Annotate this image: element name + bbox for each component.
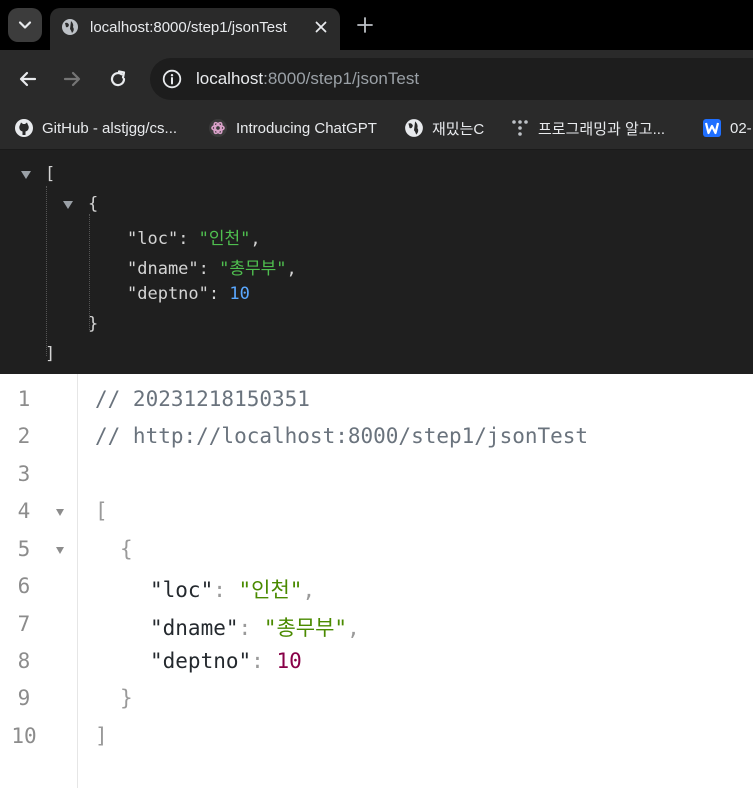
arrow-right-icon xyxy=(63,71,81,87)
array-open-bracket: [ xyxy=(45,164,56,184)
bookmark-chatgpt[interactable]: Introducing ChatGPT xyxy=(208,108,377,148)
bookmark-label: 02- xyxy=(730,119,752,137)
indent-guide xyxy=(89,214,90,330)
json-tree-viewer: [ { "loc": "인천", "dname": "총무부", "deptno… xyxy=(0,150,753,374)
code-string-value: "인천" xyxy=(238,578,303,602)
object-close-brace: } xyxy=(88,314,99,334)
line-number: 6 xyxy=(17,574,31,598)
bookmark-label: GitHub - alstjgg/cs... xyxy=(42,119,178,137)
collapse-object-toggle[interactable] xyxy=(63,201,73,209)
json-key: "deptno" xyxy=(127,284,209,304)
line-number: 8 xyxy=(17,649,31,673)
line-number: 5 xyxy=(17,537,31,561)
close-icon xyxy=(315,21,327,33)
bookmark-label: 재밌는C xyxy=(432,120,485,138)
bookmark-w[interactable]: 02- xyxy=(702,108,752,148)
json-key: "loc" xyxy=(127,229,179,249)
reload-icon xyxy=(110,70,126,87)
fold-object-toggle[interactable] xyxy=(56,547,64,554)
browser-toolbar: localhost:8000/step1/jsonTest xyxy=(0,50,753,108)
active-tab[interactable]: localhost:8000/step1/jsonTest xyxy=(50,8,340,50)
code-comma: , xyxy=(302,578,316,602)
code-number-value: 10 xyxy=(276,649,302,673)
indent-guide xyxy=(46,186,47,356)
code-comma: , xyxy=(347,616,360,640)
arrow-left-icon xyxy=(19,71,37,87)
code-key: "dname" xyxy=(150,616,239,640)
back-button[interactable] xyxy=(16,67,40,91)
json-comma: , xyxy=(250,229,261,249)
bookmark-github[interactable]: GitHub - alstjgg/cs... xyxy=(14,108,177,148)
json-row-deptno: "deptno": 10 xyxy=(127,284,250,304)
plus-icon xyxy=(357,17,373,33)
code-separator: : xyxy=(238,616,264,640)
bookmark-programming[interactable]: 프로그래밍과 알고... xyxy=(510,108,665,148)
json-separator: : xyxy=(178,229,199,249)
tab-strip: localhost:8000/step1/jsonTest xyxy=(0,0,753,50)
chatgpt-icon xyxy=(208,118,228,138)
url-path: :8000/step1/jsonTest xyxy=(263,69,420,88)
bookmark-label: Introducing ChatGPT xyxy=(236,119,377,137)
bookmarks-bar: GitHub - alstjgg/cs... Introducing ChatG… xyxy=(0,108,753,150)
json-number-value: 10 xyxy=(229,284,250,304)
address-url: localhost:8000/step1/jsonTest xyxy=(196,69,419,89)
line-number: 1 xyxy=(17,387,31,411)
chevron-down-icon xyxy=(18,21,32,29)
tab-search-button[interactable] xyxy=(8,8,42,42)
line-number: 4 xyxy=(17,499,31,523)
fold-array-toggle[interactable] xyxy=(56,509,64,516)
comment-timestamp: // 20231218150351 xyxy=(95,387,310,411)
comment-url: // http://localhost:8000/step1/jsonTest xyxy=(95,424,589,448)
address-bar[interactable]: localhost:8000/step1/jsonTest xyxy=(150,58,753,100)
w-icon xyxy=(702,118,722,138)
collapse-array-toggle[interactable] xyxy=(21,171,31,179)
json-separator: : xyxy=(208,284,230,304)
json-separator: : xyxy=(198,259,220,279)
array-close-bracket: ] xyxy=(45,344,56,364)
code-open-bracket: [ xyxy=(95,499,108,523)
json-string-value: "인천" xyxy=(198,229,251,249)
bookmark-label: 프로그래밍과 알고... xyxy=(538,120,666,138)
line-number: 3 xyxy=(17,462,31,486)
close-tab-button[interactable] xyxy=(312,18,330,36)
tab-title: localhost:8000/step1/jsonTest xyxy=(90,19,287,36)
line-number: 2 xyxy=(17,424,31,448)
line-number: 9 xyxy=(17,686,31,710)
json-comma: , xyxy=(286,259,297,279)
json-row-loc: "loc": "인천", xyxy=(127,224,261,249)
reload-button[interactable] xyxy=(106,67,130,91)
code-close-brace: } xyxy=(120,686,133,710)
code-row-loc: "loc": "인천", xyxy=(150,574,315,604)
github-icon xyxy=(14,118,34,138)
json-row-dname: "dname": "총무부", xyxy=(127,254,297,279)
bookmark-c[interactable]: 재밌는C xyxy=(404,108,484,148)
code-row-deptno: "deptno": 10 xyxy=(150,649,302,673)
line-number-gutter: 1 2 3 4 5 6 7 8 9 10 xyxy=(0,374,78,788)
code-string-value: "총무부" xyxy=(263,616,348,640)
forward-button[interactable] xyxy=(60,67,84,91)
code-separator: : xyxy=(251,649,277,673)
info-icon[interactable] xyxy=(162,69,182,89)
json-string-value: "총무부" xyxy=(219,259,287,279)
code-key: "deptno" xyxy=(150,649,252,673)
code-row-dname: "dname": "총무부", xyxy=(150,612,360,642)
line-number: 7 xyxy=(17,612,31,636)
new-tab-button[interactable] xyxy=(354,14,376,36)
globe-icon xyxy=(62,19,78,35)
url-host: localhost xyxy=(196,69,264,88)
raw-json-code-view: 1 2 3 4 5 6 7 8 9 10 // 20231218150351 /… xyxy=(0,374,753,788)
line-number: 10 xyxy=(11,724,37,748)
code-separator: : xyxy=(213,578,239,602)
code-close-bracket: ] xyxy=(95,724,108,748)
tree-icon xyxy=(510,118,530,138)
globe-icon xyxy=(404,118,424,138)
code-open-brace: { xyxy=(120,537,133,561)
json-key: "dname" xyxy=(127,259,199,279)
object-open-brace: { xyxy=(88,194,99,214)
code-key: "loc" xyxy=(150,578,214,602)
